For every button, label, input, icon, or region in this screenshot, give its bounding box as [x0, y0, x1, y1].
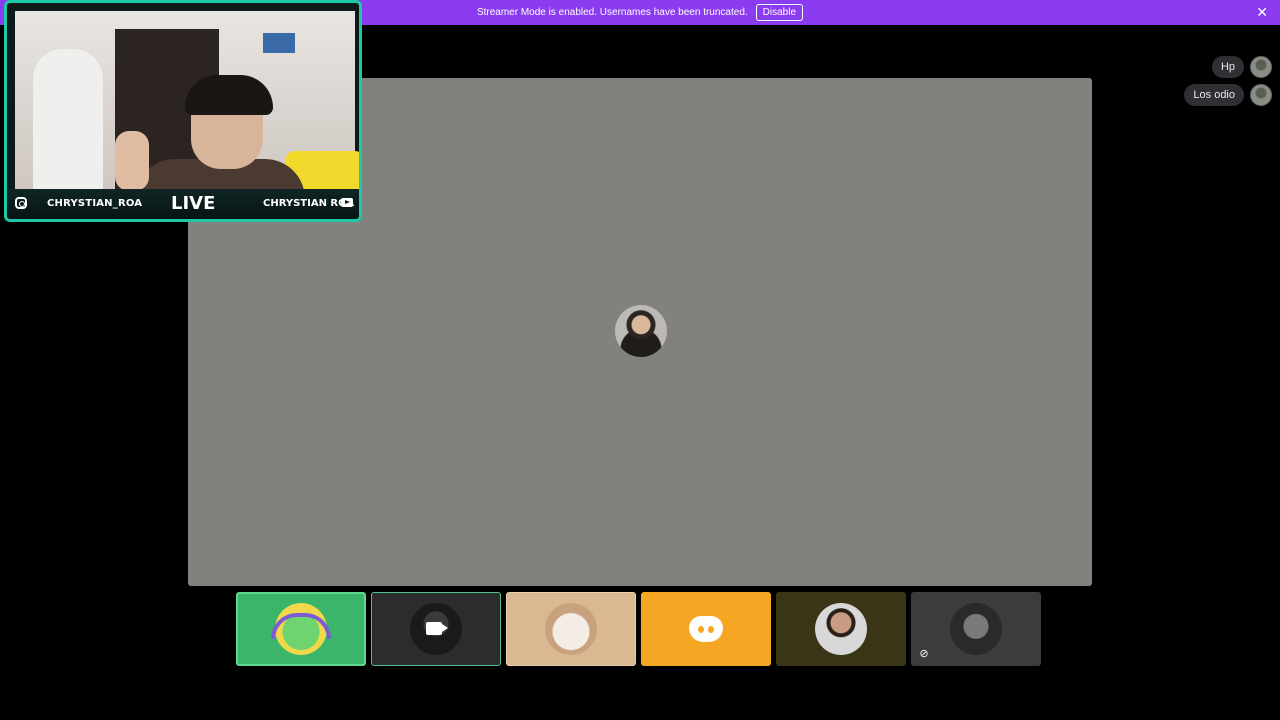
background-door	[33, 49, 103, 199]
webcam-name-bar: CHRYSTIAN_ROA LIVE CHRYSTIAN ROA	[7, 189, 359, 219]
avatar[interactable]	[1250, 84, 1272, 106]
participant-tile[interactable]	[641, 592, 771, 666]
webcam-video	[15, 11, 359, 209]
background-poster	[263, 33, 295, 53]
chat-message: Hp	[1211, 56, 1272, 78]
chat-message-text: Hp	[1211, 56, 1244, 78]
avatar[interactable]	[1250, 56, 1272, 78]
participant-tile[interactable]	[236, 592, 366, 666]
streamer-mode-message: Streamer Mode is enabled. Usernames have…	[476, 7, 748, 18]
instagram-handle: CHRYSTIAN_ROA	[47, 198, 143, 209]
streamer-hair	[185, 75, 273, 115]
webcam-overlay: CHRYSTIAN_ROA LIVE CHRYSTIAN ROA	[4, 0, 362, 222]
disable-streamer-mode-button[interactable]: Disable	[755, 4, 804, 21]
participant-tiles: ⊘	[236, 592, 1041, 666]
chat-message: Los odio	[1184, 84, 1272, 106]
muted-mic-icon: ⊘	[919, 648, 929, 660]
participant-tile[interactable]: ⊘	[911, 592, 1041, 666]
live-label: LIVE	[171, 193, 216, 214]
avatar	[950, 603, 1002, 655]
close-icon[interactable]: ✕	[1256, 4, 1268, 20]
youtube-icon	[341, 198, 353, 207]
chat-message-text: Los odio	[1184, 84, 1244, 106]
streamer-hand	[115, 131, 149, 191]
instagram-icon	[15, 197, 27, 209]
participant-tile[interactable]	[776, 592, 906, 666]
participant-tile[interactable]	[371, 592, 501, 666]
avatar	[815, 603, 867, 655]
avatar	[271, 603, 331, 655]
avatar	[545, 603, 597, 655]
participant-tile[interactable]	[506, 592, 636, 666]
headset-icon	[271, 613, 331, 639]
discord-icon	[689, 616, 723, 642]
chat-feed: Hp Los odio	[1184, 56, 1272, 106]
camera-icon	[426, 622, 448, 635]
speaker-avatar	[615, 305, 667, 357]
